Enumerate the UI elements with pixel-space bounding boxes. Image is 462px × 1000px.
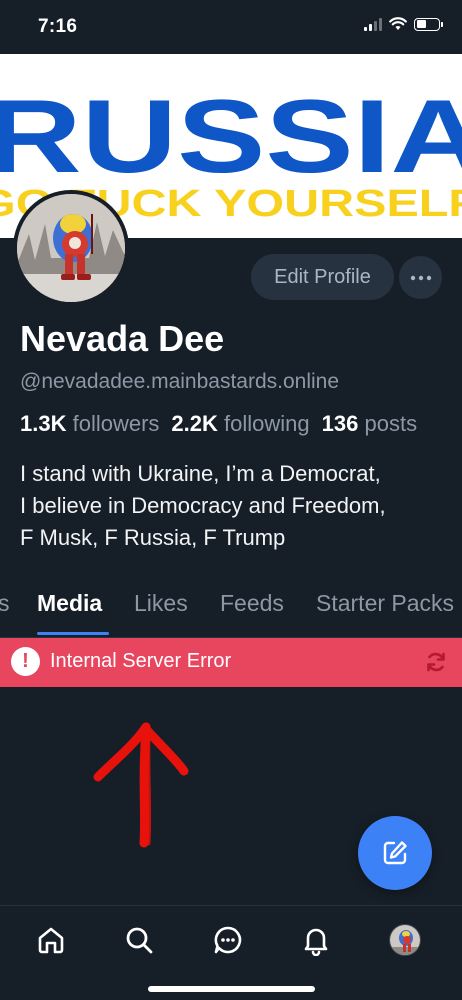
bio-line: I believe in Democracy and Freedom, — [20, 493, 386, 518]
posts-count: 136 — [321, 411, 359, 436]
retry-icon[interactable] — [424, 650, 448, 674]
active-tab-indicator — [37, 632, 109, 635]
error-message: Internal Server Error — [50, 650, 232, 672]
ellipsis-icon — [410, 275, 431, 280]
nav-profile[interactable] — [386, 921, 424, 959]
compose-button[interactable] — [358, 816, 432, 890]
bottom-nav — [0, 906, 462, 1000]
profile-avatar[interactable] — [13, 190, 129, 306]
tab-media[interactable]: Media — [37, 590, 102, 617]
nav-notifications[interactable] — [297, 921, 335, 959]
profile-avatar-thumbnail — [389, 924, 421, 956]
followers-link[interactable]: 1.3K followers — [20, 411, 159, 436]
compose-icon — [383, 841, 407, 865]
following-count: 2.2K — [171, 411, 218, 436]
battery-icon — [414, 17, 443, 31]
cellular-signal-icon — [364, 17, 382, 31]
more-options-button[interactable] — [399, 256, 442, 299]
posts-stat: 136 posts — [322, 411, 417, 436]
red-arrow-annotation — [93, 722, 189, 848]
display-name: Nevada Dee — [20, 318, 225, 359]
status-time: 7:16 — [38, 16, 78, 37]
chat-icon — [214, 926, 242, 954]
status-bar: 7:16 — [0, 0, 462, 54]
bio-line: F Musk, F Russia, F Trump — [20, 525, 286, 550]
followers-label: followers — [72, 411, 160, 436]
edit-profile-button[interactable]: Edit Profile — [251, 254, 394, 300]
following-label: following — [224, 411, 310, 436]
banner-text-russia: RUSSIA — [0, 79, 462, 195]
avatar-image — [17, 194, 125, 302]
tab-starter-packs[interactable]: Starter Packs — [316, 590, 454, 617]
tab-replies[interactable]: s — [0, 590, 10, 617]
posts-label: posts — [364, 411, 418, 436]
nav-search[interactable] — [120, 921, 158, 959]
following-link[interactable]: 2.2K following — [171, 411, 309, 436]
profile-tabs: s Media Likes Feeds Starter Packs — [0, 586, 462, 638]
tab-likes[interactable]: Likes — [134, 590, 188, 617]
tab-feeds[interactable]: Feeds — [220, 590, 284, 617]
error-icon: ! — [11, 647, 40, 676]
search-icon — [126, 927, 153, 954]
followers-count: 1.3K — [20, 411, 67, 436]
profile-handle: @nevadadee.mainbastards.online — [20, 370, 340, 393]
bio-line: I stand with Ukraine, I’m a Democrat, — [20, 461, 381, 486]
nav-messages[interactable] — [209, 921, 247, 959]
wifi-icon — [389, 17, 407, 30]
profile-bio: I stand with Ukraine, I’m a Democrat, I … — [20, 458, 450, 554]
home-indicator — [148, 986, 315, 992]
error-banner: ! Internal Server Error — [0, 638, 462, 687]
status-icons — [364, 17, 443, 31]
nav-home[interactable] — [32, 921, 70, 959]
profile-stats: 1.3K followers 2.2K following 136 posts — [20, 411, 417, 437]
bell-icon — [304, 928, 328, 956]
home-icon — [38, 927, 64, 954]
